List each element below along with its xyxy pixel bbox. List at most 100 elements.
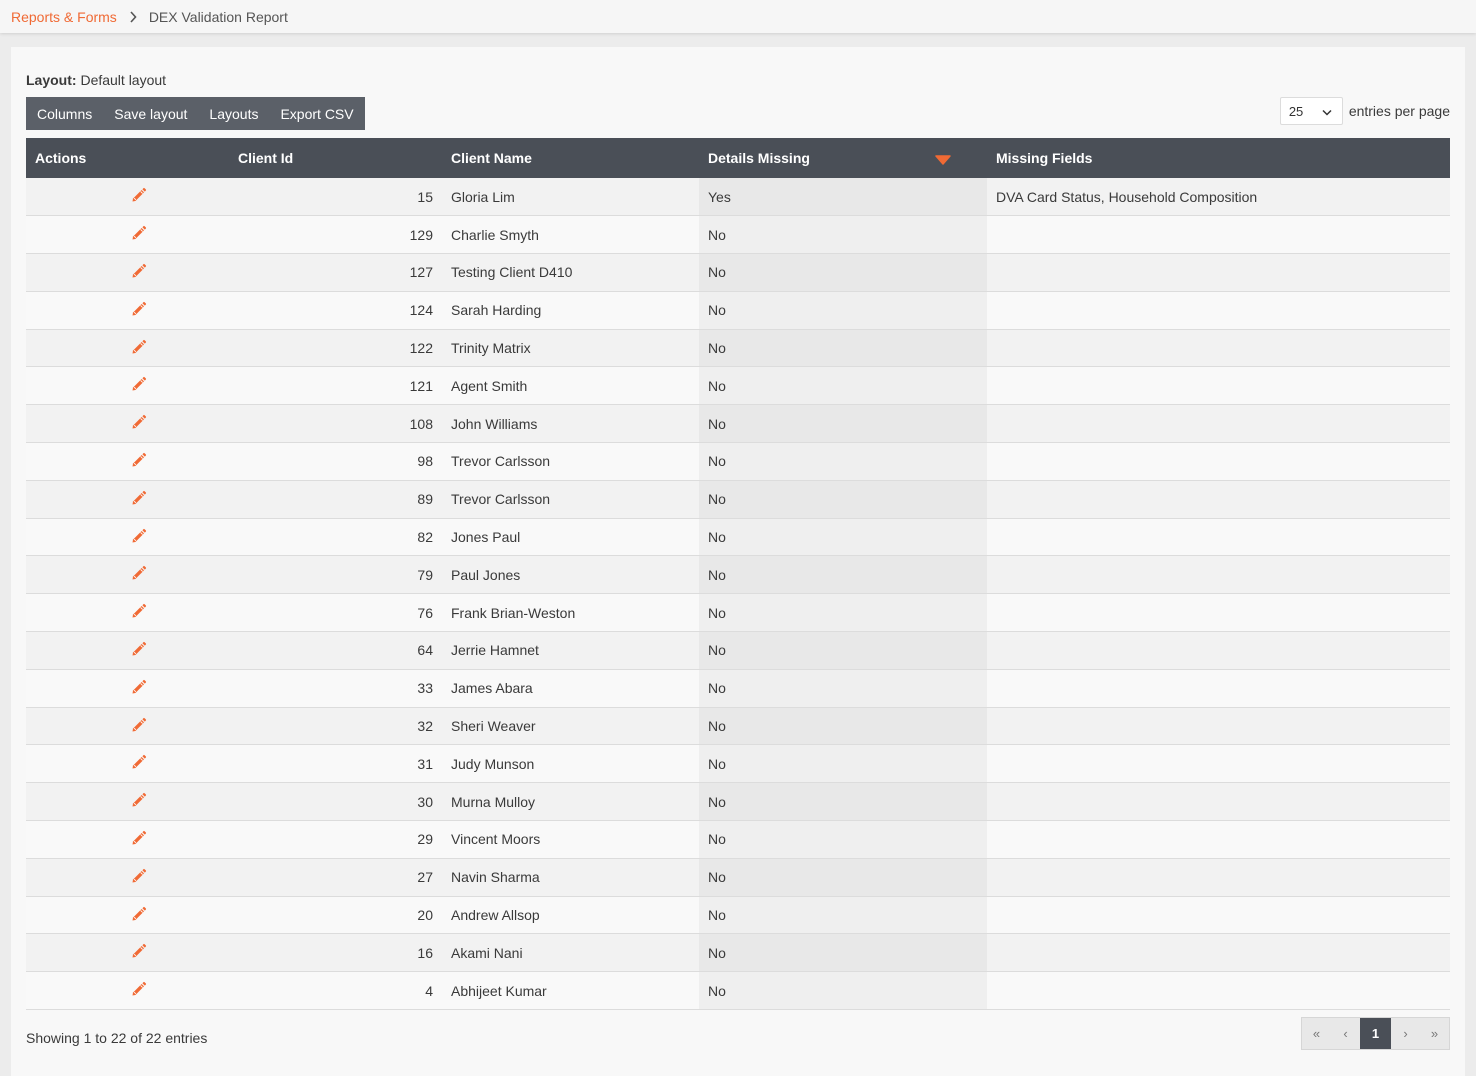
actions-cell <box>26 405 229 443</box>
first-page-button[interactable]: « <box>1302 1018 1331 1049</box>
pencil-edit-icon[interactable] <box>130 602 148 623</box>
last-page-button[interactable]: » <box>1420 1018 1449 1049</box>
pencil-edit-icon[interactable] <box>130 262 148 283</box>
client-name-cell: Andrew Allsop <box>451 907 540 924</box>
pencil-edit-icon[interactable] <box>130 905 148 926</box>
table-row: 122 Trinity Matrix No <box>26 329 1450 367</box>
table-header-row: Actions Client Id Client Name Details Mi… <box>26 138 1450 178</box>
client-id-cell: 32 <box>417 718 433 735</box>
actions-cell <box>26 518 229 556</box>
missing-fields-cell <box>987 858 1450 896</box>
actions-cell <box>26 707 229 745</box>
client-name-cell: Trevor Carlsson <box>451 491 551 508</box>
actions-cell <box>26 367 229 405</box>
table-row: 16 Akami Nani No <box>26 933 1450 972</box>
breadcrumb-link-reports-forms[interactable]: Reports & Forms <box>11 9 117 25</box>
client-name-cell: Judy Munson <box>451 755 535 772</box>
missing-fields-cell <box>987 934 1450 972</box>
caret-down-icon[interactable] <box>935 152 951 168</box>
actions-cell <box>26 178 229 216</box>
client-id-cell: 124 <box>409 302 433 319</box>
header-missing-fields[interactable]: Missing Fields <box>987 138 1450 178</box>
client-name-cell: John Williams <box>451 415 538 432</box>
pencil-edit-icon[interactable] <box>130 224 148 245</box>
chevron-right-icon <box>129 10 137 23</box>
table-row: 33 James Abara No <box>26 669 1450 708</box>
client-id-cell: 4 <box>425 982 433 999</box>
next-page-button[interactable]: › <box>1391 1018 1420 1049</box>
actions-cell <box>26 329 229 367</box>
client-name-cell: Agent Smith <box>451 377 528 394</box>
actions-cell <box>26 972 229 1010</box>
pencil-edit-icon[interactable] <box>130 413 148 434</box>
missing-fields-cell <box>987 329 1450 367</box>
details-missing-cell: No <box>699 858 987 897</box>
entries-per-page-value: 25 <box>1288 103 1304 119</box>
details-missing-cell: No <box>699 820 987 859</box>
entries-per-page-select[interactable]: 25 <box>1279 97 1343 125</box>
actions-cell <box>26 934 229 972</box>
missing-fields-cell <box>987 632 1450 670</box>
table-toolbar: Columns Save layout Layouts Export CSV <box>26 97 365 130</box>
client-name-cell: James Abara <box>451 680 533 697</box>
client-name-cell: Navin Sharma <box>451 869 540 886</box>
actions-cell <box>26 669 229 707</box>
table-row: 127 Testing Client D410 No <box>26 253 1450 292</box>
columns-button[interactable]: Columns <box>26 97 103 130</box>
pencil-edit-icon[interactable] <box>130 942 148 963</box>
client-name-cell: Testing Client D410 <box>451 264 573 281</box>
pencil-edit-icon[interactable] <box>130 564 148 585</box>
details-missing-cell: No <box>699 253 987 292</box>
pencil-edit-icon[interactable] <box>130 451 148 472</box>
layout-label: Layout: <box>26 72 77 88</box>
table-row: 15 Gloria Lim Yes DVA Card Status, Househol… <box>26 178 1450 216</box>
missing-fields-cell <box>987 745 1450 783</box>
save-layout-button[interactable]: Save layout <box>103 97 198 130</box>
pencil-edit-icon[interactable] <box>130 527 148 548</box>
header-client-id[interactable]: Client Id <box>229 138 442 178</box>
pencil-edit-icon[interactable] <box>130 640 148 661</box>
actions-cell <box>26 216 229 254</box>
header-details-missing-label: Details Missing <box>708 150 810 166</box>
pencil-edit-icon[interactable] <box>130 716 148 737</box>
client-name-cell: Sarah Harding <box>451 302 542 319</box>
actions-cell <box>26 291 229 329</box>
pagination: « ‹ 1 › » <box>1301 1017 1450 1050</box>
pencil-edit-icon[interactable] <box>130 678 148 699</box>
header-actions[interactable]: Actions <box>26 138 229 178</box>
missing-fields-cell <box>987 556 1450 594</box>
pencil-edit-icon[interactable] <box>130 867 148 888</box>
pencil-edit-icon[interactable] <box>130 300 148 321</box>
details-missing-cell: No <box>699 329 987 367</box>
pencil-edit-icon[interactable] <box>130 186 148 207</box>
client-name-cell: Frank Brian-Weston <box>451 604 576 621</box>
missing-fields-cell <box>987 405 1450 443</box>
prev-page-button[interactable]: ‹ <box>1331 1018 1360 1049</box>
pencil-edit-icon[interactable] <box>130 489 148 510</box>
table-row: 64 Jerrie Hamnet No <box>26 631 1450 670</box>
layout-value: Default layout <box>80 72 167 88</box>
pencil-edit-icon[interactable] <box>130 338 148 359</box>
pencil-edit-icon[interactable] <box>130 791 148 812</box>
client-name-cell: Murna Mulloy <box>451 793 536 810</box>
pencil-edit-icon[interactable] <box>130 829 148 850</box>
page-1-button[interactable]: 1 <box>1360 1018 1391 1049</box>
header-details-missing[interactable]: Details Missing <box>699 138 987 178</box>
entries-per-page-label: entries per page <box>1348 103 1450 119</box>
pencil-edit-icon[interactable] <box>130 980 148 1001</box>
layouts-button[interactable]: Layouts <box>198 97 269 130</box>
table-row: 32 Sheri Weaver No <box>26 707 1450 745</box>
pencil-edit-icon[interactable] <box>130 375 148 396</box>
details-missing-cell: No <box>699 480 987 519</box>
pencil-edit-icon[interactable] <box>130 753 148 774</box>
client-name-cell: Jerrie Hamnet <box>451 642 539 659</box>
client-id-cell: 31 <box>417 755 433 772</box>
client-name-cell: Akami Nani <box>451 944 523 961</box>
export-csv-button[interactable]: Export CSV <box>269 97 364 130</box>
client-id-cell: 15 <box>417 188 433 205</box>
client-id-cell: 121 <box>409 377 433 394</box>
details-missing-cell: No <box>699 366 987 405</box>
header-client-name[interactable]: Client Name <box>442 138 699 178</box>
table-row: 76 Frank Brian-Weston No <box>26 593 1450 632</box>
missing-fields-cell <box>987 594 1450 632</box>
